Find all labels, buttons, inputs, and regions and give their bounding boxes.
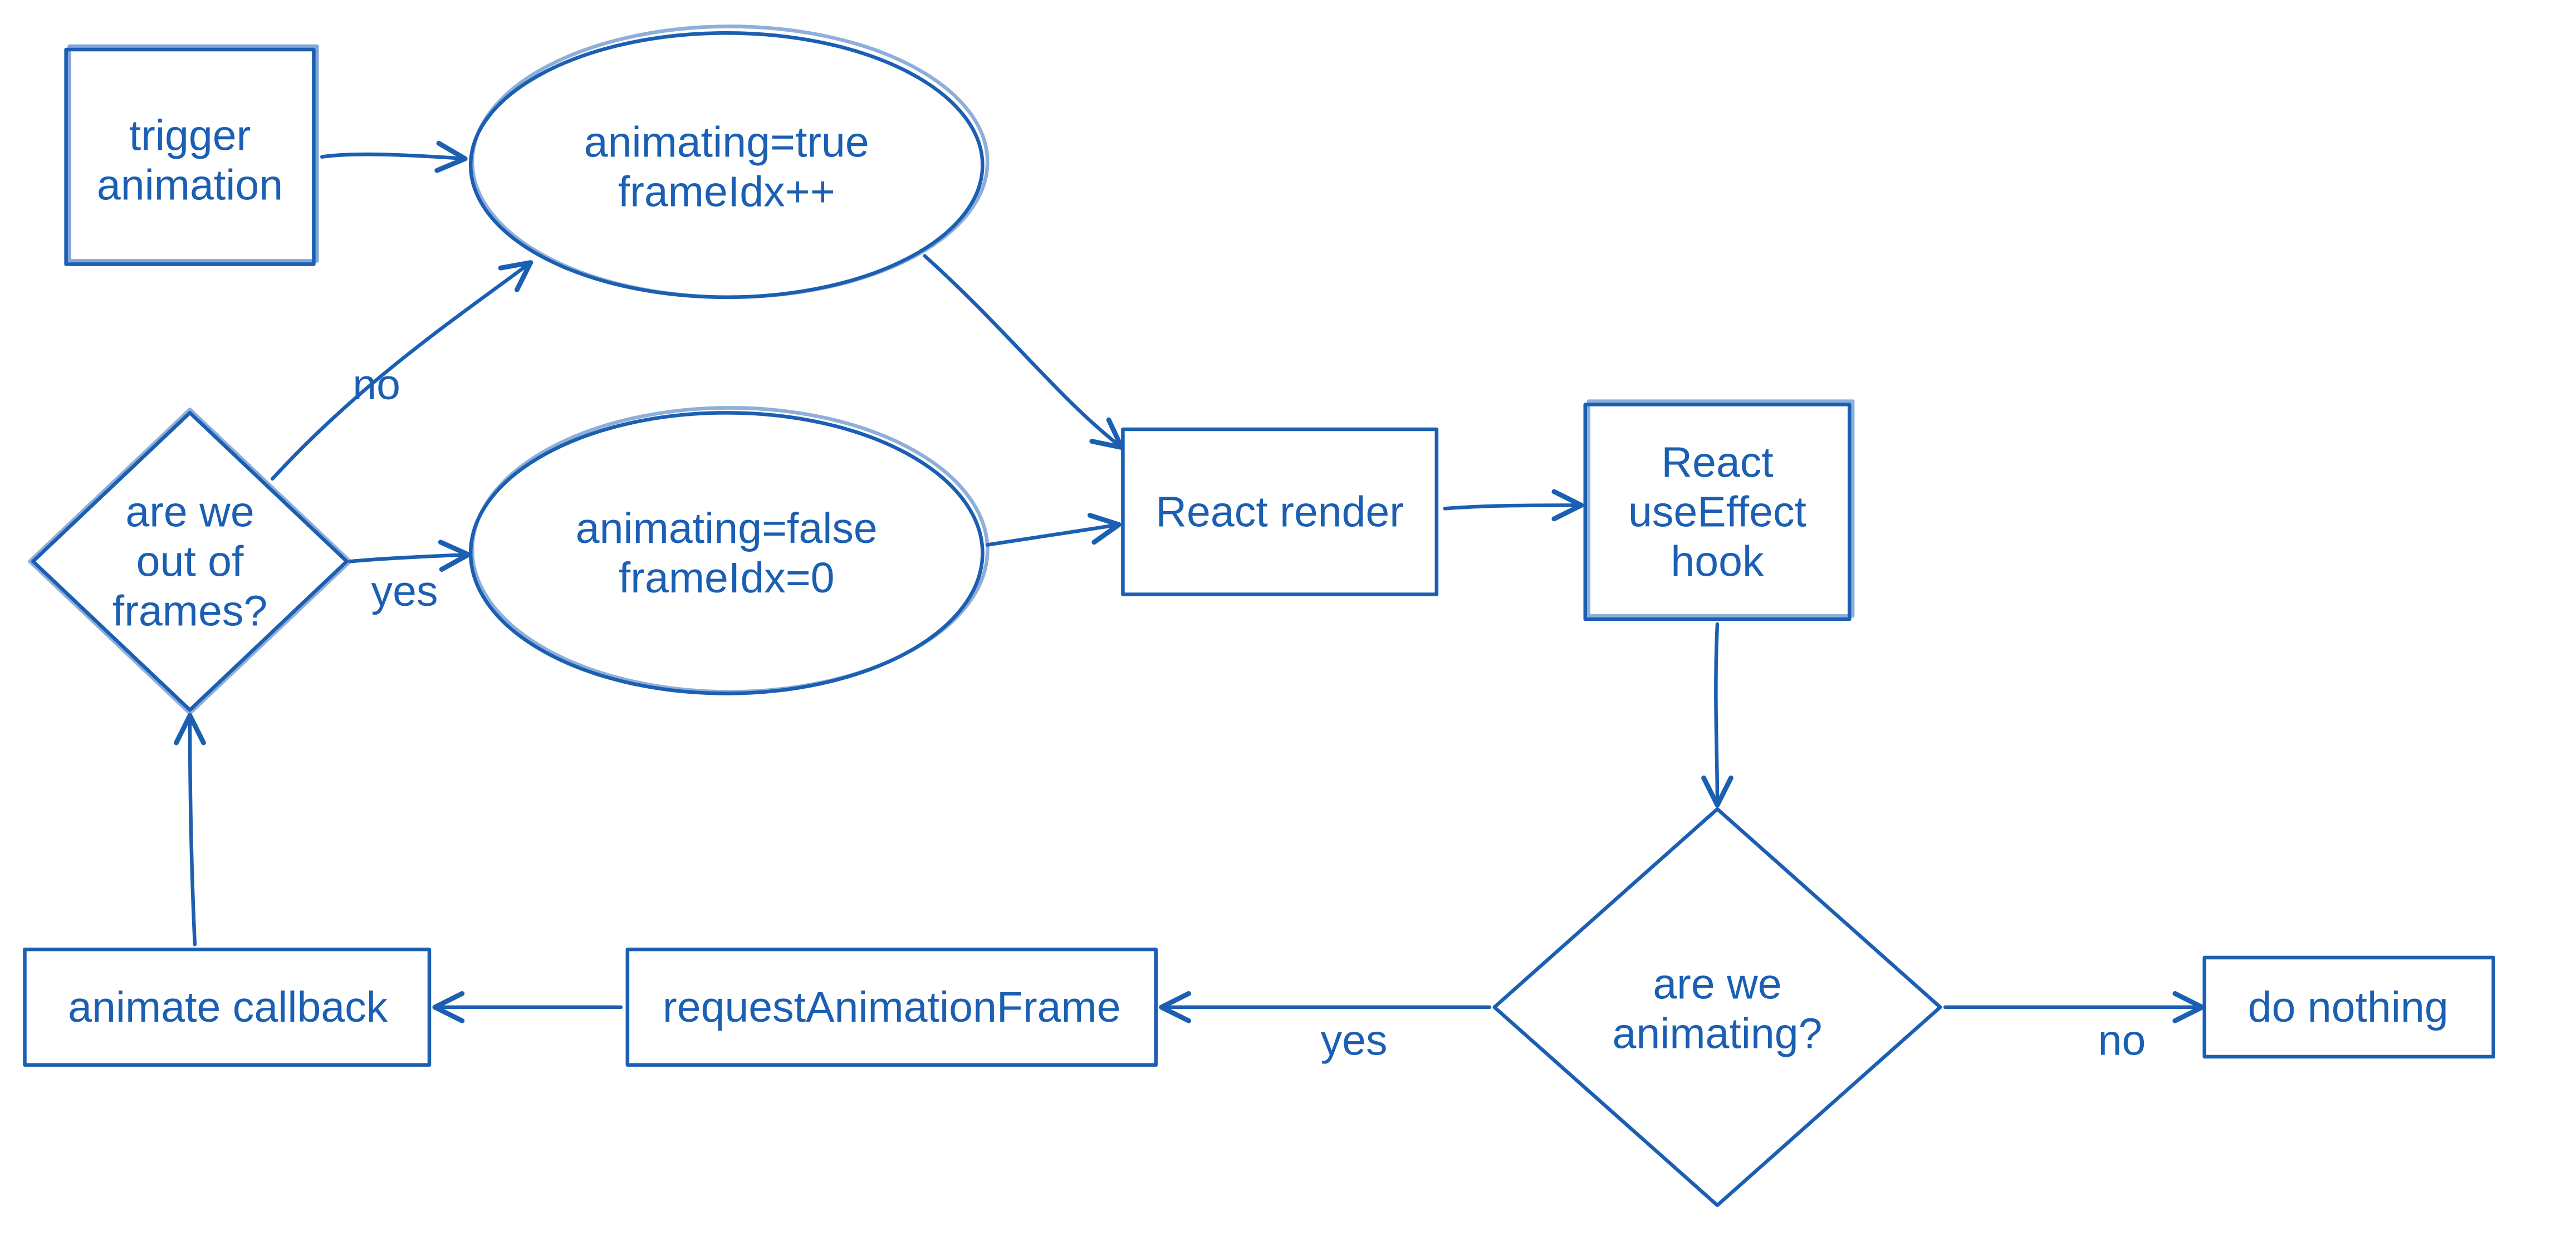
node-out-of-frames-line1: are we (125, 488, 254, 536)
node-state-false-line1: animating=false (576, 504, 878, 552)
node-state-animating-true: animating=true frameIdx++ (471, 26, 987, 297)
node-do-nothing-line1: do nothing (2248, 983, 2448, 1031)
node-decision-are-animating: are we animating? (1495, 809, 1941, 1205)
node-raf-line1: requestAnimationFrame (663, 983, 1121, 1031)
flowchart-diagram: trigger animation animating=true frameId… (0, 0, 2576, 1255)
node-decision-out-of-frames: are we out of frames? (30, 409, 350, 713)
node-trigger-animation: trigger animation (66, 46, 317, 264)
edge-render-to-useeffect (1445, 505, 1579, 508)
node-state-true-line2: frameIdx++ (618, 168, 835, 215)
node-animating-line2: animating? (1612, 1010, 1822, 1058)
edge-label-no2: no (2098, 1016, 2146, 1064)
node-trigger-animation-line1: trigger (129, 111, 251, 159)
node-state-true-line1: animating=true (584, 118, 869, 166)
node-out-of-frames-line2: out of (136, 538, 244, 586)
node-use-effect-hook: React useEffect hook (1585, 401, 1853, 619)
node-state-false-line2: frameIdx=0 (619, 554, 835, 602)
node-out-of-frames-line3: frames? (112, 587, 267, 635)
edge-useeffect-to-animating (1716, 624, 1717, 802)
edge-trigger-to-state-true (322, 154, 462, 159)
node-trigger-animation-line2: animation (97, 161, 283, 209)
node-do-nothing: do nothing (2205, 958, 2494, 1057)
edge-true-to-render (925, 256, 1120, 446)
node-use-effect-line1: React (1661, 439, 1773, 487)
edge-outofframes-no-to-true (272, 264, 528, 478)
node-use-effect-line3: hook (1671, 538, 1764, 586)
edge-callback-to-outofframes (190, 718, 195, 944)
edge-label-no1: no (352, 361, 400, 409)
edge-false-to-render (987, 525, 1116, 545)
node-react-render: React render (1123, 429, 1436, 595)
edge-label-yes1: yes (371, 567, 438, 615)
node-state-animating-false: animating=false frameIdx=0 (471, 408, 987, 693)
node-animate-callback: animate callback (25, 949, 429, 1065)
edge-outofframes-yes-to-false (350, 555, 466, 561)
node-request-animation-frame: requestAnimationFrame (628, 949, 1156, 1065)
node-react-render-line1: React render (1155, 488, 1404, 536)
node-use-effect-line2: useEffect (1628, 488, 1806, 536)
node-animating-line1: are we (1653, 960, 1781, 1008)
node-animate-cb-line1: animate callback (68, 983, 388, 1031)
edge-label-yes2: yes (1321, 1016, 1388, 1064)
